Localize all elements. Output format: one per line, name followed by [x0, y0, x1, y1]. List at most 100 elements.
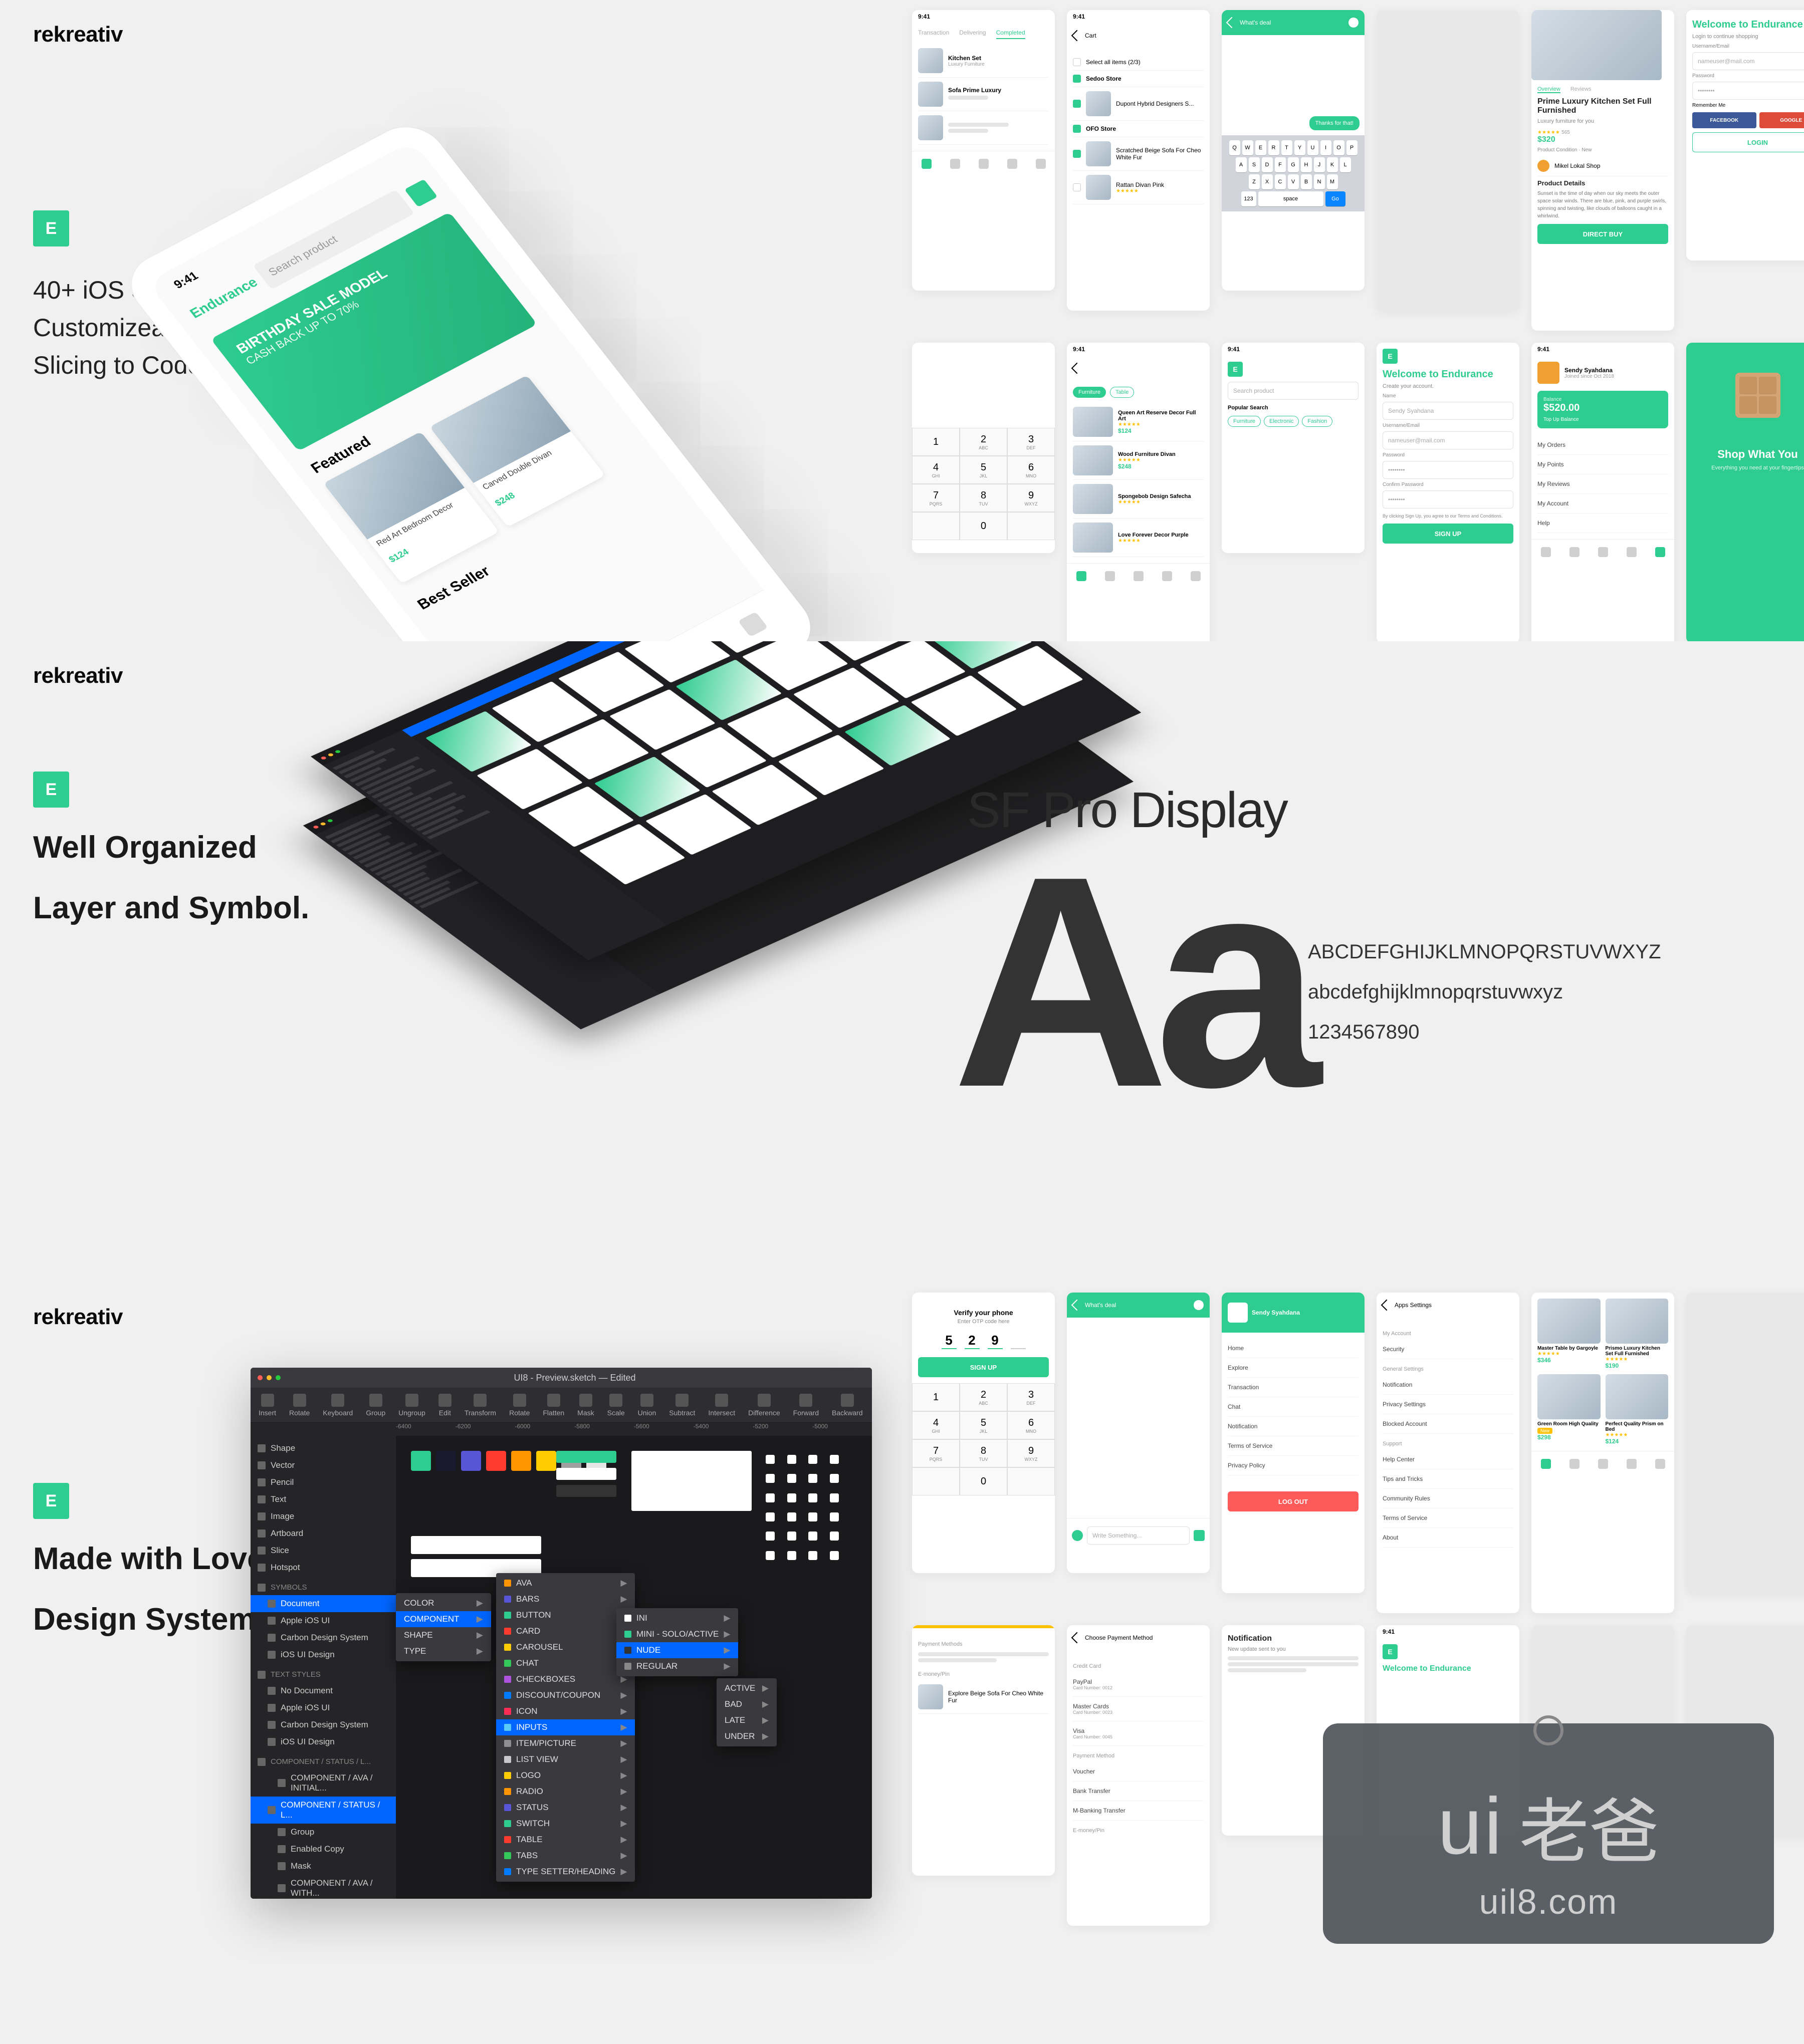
product-card[interactable]: Perfect Quality Prism on Bed★★★★★$124: [1606, 1374, 1669, 1445]
tool-ungroup[interactable]: Ungroup: [398, 1394, 425, 1417]
tool-scale[interactable]: Scale: [607, 1394, 625, 1417]
menu-item[interactable]: INI▶: [616, 1610, 738, 1626]
numpad-key[interactable]: 1: [912, 1383, 960, 1411]
login-button[interactable]: LOGIN: [1692, 132, 1804, 152]
layer-item[interactable]: Text Styles: [251, 1663, 396, 1682]
component-menu[interactable]: AVA▶BARS▶BUTTON▶CARD▶CAROUSEL▶CHAT▶CHECK…: [496, 1573, 635, 1882]
attach-icon[interactable]: [1072, 1530, 1083, 1541]
layer-item[interactable]: Apple iOS UI: [251, 1612, 396, 1629]
menu-item[interactable]: My Orders: [1537, 435, 1668, 455]
checkbox[interactable]: [1073, 125, 1081, 133]
menu-item[interactable]: My Points: [1537, 455, 1668, 474]
back-icon[interactable]: [1381, 1300, 1393, 1311]
layer-item[interactable]: Symbols: [251, 1576, 396, 1595]
menu-item[interactable]: CARD▶: [496, 1623, 635, 1639]
list-item[interactable]: Queen Art Reserve Decor Full Art: [1118, 410, 1204, 422]
settings-item[interactable]: Notification: [1383, 1375, 1513, 1395]
tool-rotate[interactable]: Rotate: [289, 1394, 310, 1417]
tab-reviews[interactable]: Reviews: [1570, 86, 1592, 93]
minimize-dot-icon[interactable]: [267, 1375, 272, 1380]
list-item[interactable]: Spongebob Design Safecha: [1118, 493, 1204, 499]
settings-item[interactable]: Terms of Service: [1383, 1508, 1513, 1528]
send-icon[interactable]: [1194, 1530, 1205, 1541]
key[interactable]: Z: [1249, 174, 1260, 189]
menu-item[interactable]: Help: [1537, 514, 1668, 533]
key-go[interactable]: Go: [1325, 191, 1345, 206]
numpad-key[interactable]: [1007, 512, 1055, 540]
menu-item[interactable]: INPUTS▶: [496, 1719, 635, 1735]
key[interactable]: V: [1288, 174, 1299, 189]
password-field[interactable]: ••••••••: [1692, 82, 1804, 100]
menu-item[interactable]: NUDE▶: [616, 1642, 738, 1658]
numpad-key[interactable]: 6MNO: [1007, 456, 1055, 484]
payment-option[interactable]: Master CardsCard Number: 0023: [1073, 1697, 1204, 1721]
checkbox[interactable]: [1073, 100, 1081, 108]
tool-flatten[interactable]: Flatten: [543, 1394, 564, 1417]
key[interactable]: O: [1333, 140, 1344, 155]
numpad-key[interactable]: 2ABC: [960, 1383, 1007, 1411]
search-chip[interactable]: Fashion: [1302, 416, 1332, 427]
state-menu[interactable]: ACTIVE▶BAD▶LATE▶UNDER▶: [717, 1678, 777, 1746]
numpad-key[interactable]: 4GHI: [912, 456, 960, 484]
layer-item[interactable]: Image: [251, 1508, 396, 1525]
insert-menu[interactable]: COLOR▶COMPONENT▶SHAPE▶TYPE▶: [396, 1593, 491, 1661]
tab-profile-icon[interactable]: [738, 611, 768, 637]
key[interactable]: P: [1346, 140, 1358, 155]
payment-option[interactable]: Voucher: [1073, 1762, 1204, 1781]
menu-item[interactable]: CAROUSEL▶: [496, 1639, 635, 1655]
numpad-key[interactable]: 2ABC: [960, 428, 1007, 456]
tool-intersect[interactable]: Intersect: [708, 1394, 735, 1417]
swatch[interactable]: [536, 1451, 556, 1471]
menu-item[interactable]: RADIO▶: [496, 1783, 635, 1800]
back-icon[interactable]: [1071, 363, 1083, 374]
layer-item[interactable]: Enabled Copy: [251, 1841, 396, 1858]
numpad-key[interactable]: 5JKL: [960, 1411, 1007, 1439]
settings-item[interactable]: Blocked Account: [1383, 1414, 1513, 1434]
menu-item[interactable]: TABS▶: [496, 1848, 635, 1864]
signup-button[interactable]: SIGN UP: [1383, 524, 1513, 544]
menu-item[interactable]: LIST VIEW▶: [496, 1751, 635, 1767]
close-dot-icon[interactable]: [258, 1375, 263, 1380]
layer-item[interactable]: Slice: [251, 1542, 396, 1559]
product-card[interactable]: Master Table by Gargoyle★★★★★$346: [1537, 1299, 1601, 1369]
layer-item[interactable]: Hotspot: [251, 1559, 396, 1576]
tool-forward[interactable]: Forward: [793, 1394, 819, 1417]
menu-item[interactable]: UNDER▶: [717, 1728, 777, 1744]
list-item[interactable]: Wood Furniture Divan: [1118, 451, 1204, 457]
settings-item[interactable]: About: [1383, 1528, 1513, 1548]
password-field[interactable]: ••••••••: [1383, 461, 1513, 479]
menu-item[interactable]: My Account: [1537, 494, 1668, 514]
otp-digit[interactable]: 5: [942, 1333, 957, 1349]
numpad-key[interactable]: 9WXYZ: [1007, 484, 1055, 512]
numpad-key[interactable]: 8TUV: [960, 484, 1007, 512]
layer-item[interactable]: Mask: [251, 1858, 396, 1875]
key[interactable]: W: [1242, 140, 1253, 155]
drawer-item[interactable]: Notification: [1228, 1417, 1359, 1436]
menu-item[interactable]: CHECKBOXES▶: [496, 1671, 635, 1687]
list-item[interactable]: Love Forever Decor Purple: [1118, 532, 1204, 538]
menu-item[interactable]: COLOR▶: [396, 1595, 491, 1611]
search-chip[interactable]: Electronic: [1264, 416, 1299, 427]
drawer-item[interactable]: Chat: [1228, 1397, 1359, 1417]
key-space[interactable]: space: [1258, 191, 1323, 206]
menu-item[interactable]: REGULAR▶: [616, 1658, 738, 1674]
menu-item[interactable]: BARS▶: [496, 1591, 635, 1607]
checkbox[interactable]: [1073, 183, 1081, 191]
name-field[interactable]: Sendy Syahdana: [1383, 402, 1513, 420]
menu-item[interactable]: My Reviews: [1537, 474, 1668, 494]
numpad-key[interactable]: [912, 1467, 960, 1495]
menu-item[interactable]: SWITCH▶: [496, 1816, 635, 1832]
key[interactable]: I: [1320, 140, 1331, 155]
search-input[interactable]: Search product: [1228, 382, 1359, 400]
tab[interactable]: Delivering: [959, 29, 986, 39]
layer-item[interactable]: COMPONENT / STATUS / L...: [251, 1750, 396, 1769]
back-icon[interactable]: [1071, 1632, 1083, 1644]
key[interactable]: H: [1301, 157, 1312, 172]
layer-item[interactable]: COMPONENT / STATUS / L...: [251, 1797, 396, 1824]
numpad-key[interactable]: 0: [960, 1467, 1007, 1495]
checkbox[interactable]: [1073, 58, 1081, 66]
key[interactable]: Y: [1294, 140, 1305, 155]
key[interactable]: D: [1262, 157, 1273, 172]
tool-transform[interactable]: Transform: [465, 1394, 496, 1417]
search-chip[interactable]: Furniture: [1228, 416, 1261, 427]
